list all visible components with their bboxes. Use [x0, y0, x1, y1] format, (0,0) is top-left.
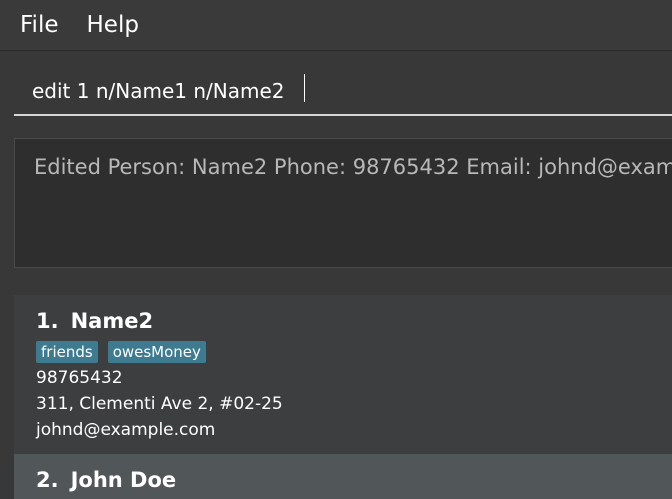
tag: owesMoney — [107, 341, 206, 363]
app-window: File Help Edited Person: Name2 Phone: 98… — [0, 0, 672, 499]
card-header: 2. John Doe — [36, 468, 672, 492]
tag-list: friends owesMoney — [36, 341, 672, 363]
menu-help[interactable]: Help — [69, 0, 149, 50]
tag: friends — [36, 341, 98, 363]
person-address: 311, Clementi Ave 2, #02-25 — [36, 394, 283, 414]
text-caret — [304, 74, 305, 102]
person-card[interactable]: 1. Name2 friends owesMoney 98765432 311,… — [14, 295, 672, 454]
separator-band — [0, 279, 672, 295]
person-name: John Doe — [70, 468, 177, 492]
command-box — [0, 51, 672, 131]
result-text: Edited Person: Name2 Phone: 98765432 Ema… — [34, 155, 672, 179]
command-input[interactable] — [14, 68, 672, 116]
person-name: Name2 — [70, 309, 154, 333]
card-index: 1. — [36, 309, 59, 333]
menu-bar: File Help — [0, 0, 672, 51]
card-header: 1. Name2 — [36, 309, 672, 333]
menu-file[interactable]: File — [10, 0, 69, 50]
person-email: johnd@example.com — [36, 420, 216, 440]
person-list[interactable]: 1. Name2 friends owesMoney 98765432 311,… — [14, 295, 672, 499]
person-phone: 98765432 — [36, 368, 123, 388]
card-index: 2. — [36, 468, 59, 492]
person-card[interactable]: 2. John Doe — [14, 454, 672, 499]
result-display: Edited Person: Name2 Phone: 98765432 Ema… — [14, 138, 672, 268]
